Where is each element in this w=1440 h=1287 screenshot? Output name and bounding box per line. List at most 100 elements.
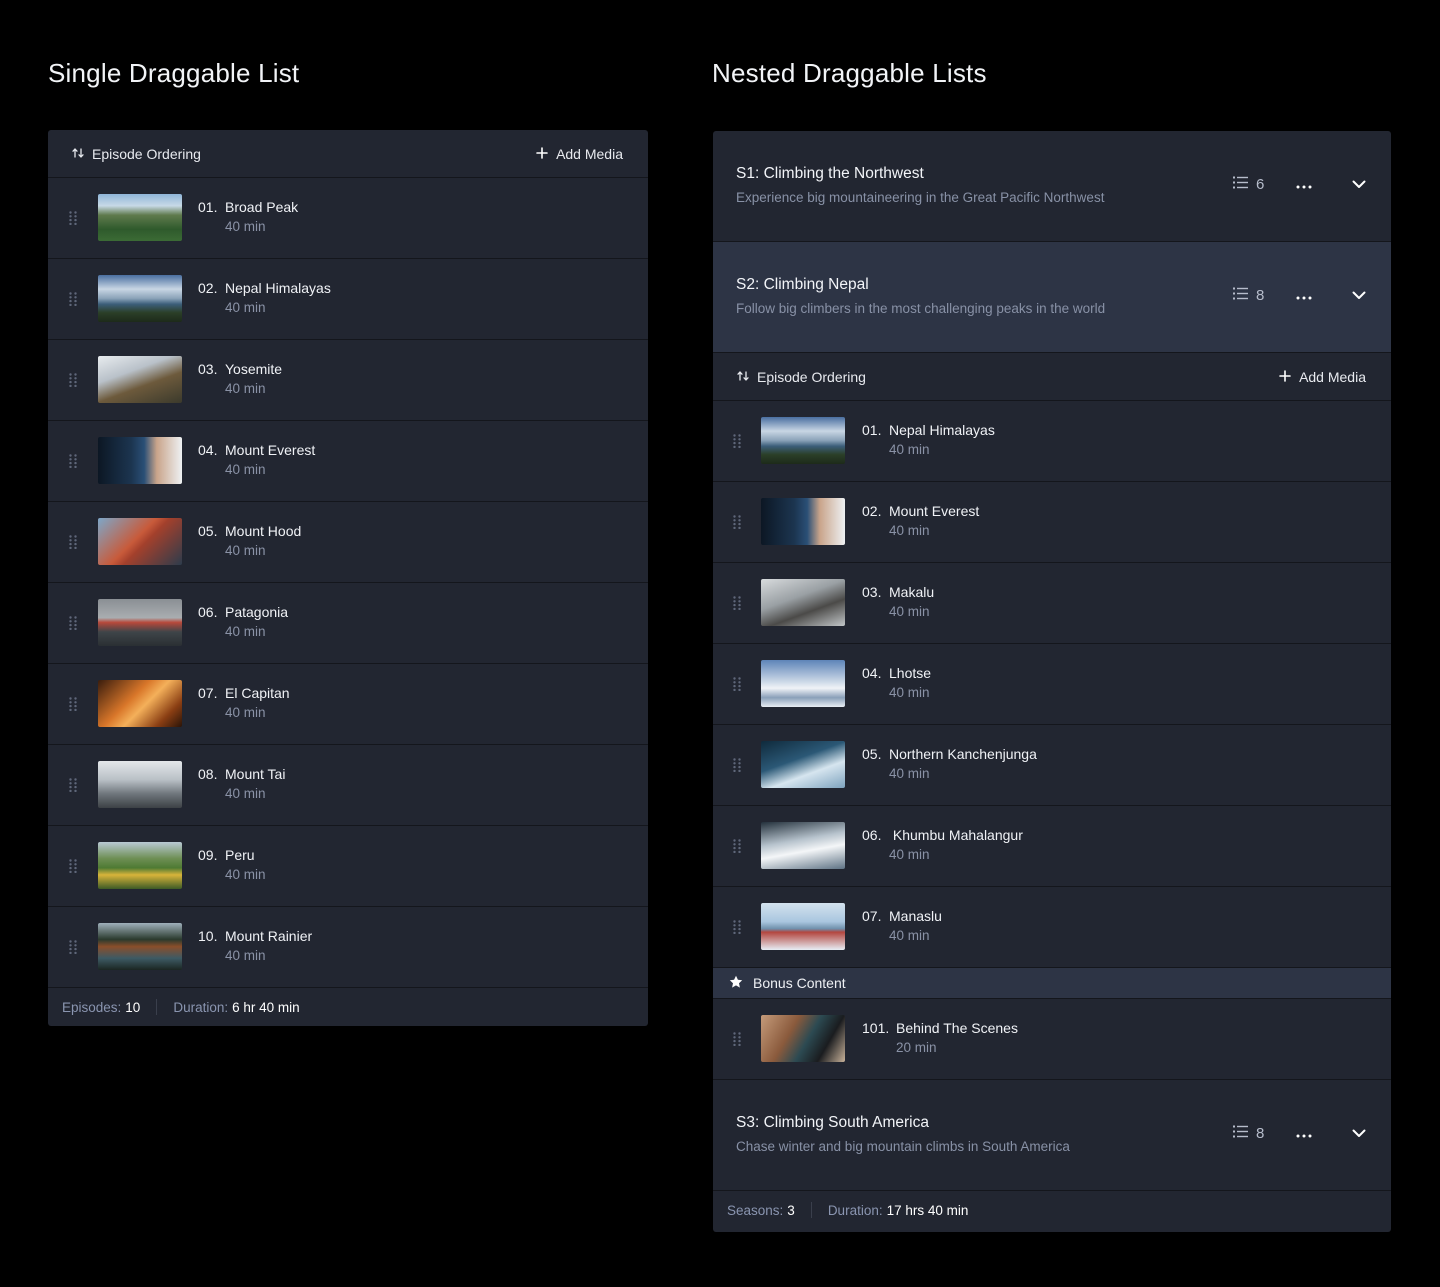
episode-row[interactable]: 09. Peru 40 min — [48, 826, 648, 907]
app-canvas: Single Draggable List Nested Draggable L… — [0, 0, 1440, 1287]
add-media-button[interactable]: Add Media — [536, 146, 623, 162]
episode-text: 10. Mount Rainier 40 min — [198, 928, 312, 963]
drag-handle-icon[interactable] — [48, 697, 98, 711]
episode-row[interactable]: 06. Khumbu Mahalangur 40 min — [713, 806, 1391, 887]
drag-handle-icon[interactable] — [713, 1032, 761, 1046]
episode-duration: 40 min — [225, 785, 266, 801]
episode-number: 02. — [198, 279, 218, 296]
episode-number: 06. — [862, 826, 882, 843]
add-media-button[interactable]: Add Media — [1279, 369, 1366, 385]
season-row-s3[interactable]: S3: Climbing South America Chase winter … — [713, 1080, 1391, 1191]
plus-icon — [536, 146, 548, 162]
episode-row[interactable]: 03. Yosemite 40 min — [48, 340, 648, 421]
episode-title: 04. Mount Everest — [198, 442, 315, 458]
episode-duration: 40 min — [225, 947, 266, 963]
episode-thumbnail — [98, 679, 182, 727]
episode-row[interactable]: 07. El Capitan 40 min — [48, 664, 648, 745]
season-title: S1: Climbing the Northwest — [736, 165, 924, 182]
episode-row[interactable]: 03. Makalu 40 min — [713, 563, 1391, 644]
episode-row[interactable]: 04. Mount Everest 40 min — [48, 421, 648, 502]
add-media-label: Add Media — [1299, 368, 1366, 385]
episode-row[interactable]: 10. Mount Rainier 40 min — [48, 907, 648, 988]
bonus-content-label: Bonus Content — [753, 975, 846, 991]
episode-row[interactable]: 02. Nepal Himalayas 40 min — [48, 259, 648, 340]
season-count-value: 6 — [1256, 176, 1265, 193]
episode-name: Yosemite — [225, 360, 283, 377]
drag-handle-icon[interactable] — [713, 434, 761, 448]
episode-row[interactable]: 01. Broad Peak 40 min — [48, 178, 648, 259]
season-episode-count: 8 — [1233, 287, 1264, 304]
episode-title: 03. Yosemite — [198, 361, 282, 377]
drag-handle-icon[interactable] — [48, 211, 98, 225]
episode-row[interactable]: 04. Lhotse 40 min — [713, 644, 1391, 725]
episode-number: 01. — [862, 421, 882, 438]
drag-handle-icon[interactable] — [713, 515, 761, 529]
episode-ordering-sort[interactable]: Episode Ordering — [72, 146, 201, 162]
drag-handle-icon[interactable] — [713, 839, 761, 853]
more-options-button[interactable] — [1293, 285, 1315, 307]
expand-season-button[interactable] — [1349, 286, 1369, 306]
drag-handle-icon[interactable] — [713, 758, 761, 772]
episode-row[interactable]: 01. Nepal Himalayas 40 min — [713, 401, 1391, 482]
episode-duration: 40 min — [225, 380, 266, 396]
episode-title: 02. Mount Everest — [862, 503, 979, 519]
episode-text: 01. Nepal Himalayas 40 min — [862, 422, 995, 457]
episode-number: 03. — [862, 583, 882, 600]
drag-handle-icon[interactable] — [48, 859, 98, 873]
episode-thumbnail — [98, 193, 182, 241]
episode-name: Makalu — [889, 583, 935, 600]
drag-handle-icon[interactable] — [48, 373, 98, 387]
episode-thumbnail — [761, 821, 845, 869]
episode-name: Mount Tai — [225, 765, 286, 782]
episode-text: 06. Patagonia 40 min — [198, 604, 288, 639]
episode-text: 04. Mount Everest 40 min — [198, 442, 315, 477]
more-options-button[interactable] — [1293, 174, 1315, 196]
episode-ordering-sort[interactable]: Episode Ordering — [737, 369, 866, 385]
episode-duration: 40 min — [889, 603, 930, 619]
expand-season-button[interactable] — [1349, 175, 1369, 195]
season-title: S2: Climbing Nepal — [736, 276, 869, 293]
chevron-down-icon — [1352, 176, 1366, 194]
season-row-s2[interactable]: S2: Climbing Nepal Follow big climbers i… — [713, 242, 1391, 353]
episode-text: 07. Manaslu 40 min — [862, 908, 942, 943]
episode-text: 04. Lhotse 40 min — [862, 665, 931, 700]
drag-handle-icon[interactable] — [48, 292, 98, 306]
episode-duration: 40 min — [889, 765, 930, 781]
episode-thumbnail — [98, 436, 182, 484]
episode-number: 10. — [198, 927, 218, 944]
drag-handle-icon[interactable] — [713, 677, 761, 691]
more-options-button[interactable] — [1293, 1123, 1315, 1145]
drag-handle-icon[interactable] — [48, 535, 98, 549]
drag-handle-icon[interactable] — [48, 454, 98, 468]
episode-title: 10. Mount Rainier — [198, 928, 312, 944]
episode-row[interactable]: 07. Manaslu 40 min — [713, 887, 1391, 968]
expand-season-button[interactable] — [1349, 1124, 1369, 1144]
episode-row[interactable]: 06. Patagonia 40 min — [48, 583, 648, 664]
episode-duration: 40 min — [225, 299, 266, 315]
episode-name: El Capitan — [225, 684, 290, 701]
episode-thumbnail — [98, 841, 182, 889]
episode-title: 07. El Capitan — [198, 685, 290, 701]
episode-row[interactable]: 05. Northern Kanchenjunga 40 min — [713, 725, 1391, 806]
episode-number: 09. — [198, 846, 218, 863]
episode-ordering-label: Episode Ordering — [757, 368, 866, 385]
season-row-s1[interactable]: S1: Climbing the Northwest Experience bi… — [713, 131, 1391, 242]
plus-icon — [1279, 369, 1291, 385]
episode-thumbnail — [98, 922, 182, 970]
drag-handle-icon[interactable] — [48, 940, 98, 954]
drag-handle-icon[interactable] — [48, 778, 98, 792]
sort-icon — [72, 146, 84, 162]
episode-thumbnail — [761, 497, 845, 545]
episode-name: Mount Hood — [225, 522, 302, 539]
episode-row[interactable]: 08. Mount Tai 40 min — [48, 745, 648, 826]
single-list-panel: Episode Ordering Add Media 01. Broad Peak… — [48, 130, 648, 1026]
episode-row[interactable]: 101. Behind The Scenes 20 min — [713, 999, 1391, 1080]
drag-handle-icon[interactable] — [713, 596, 761, 610]
episode-row[interactable]: 05. Mount Hood 40 min — [48, 502, 648, 583]
episode-title: 06. Patagonia — [198, 604, 288, 620]
list-icon — [1233, 287, 1248, 304]
duration-label: Duration: — [827, 1202, 883, 1218]
drag-handle-icon[interactable] — [48, 616, 98, 630]
drag-handle-icon[interactable] — [713, 920, 761, 934]
episode-row[interactable]: 02. Mount Everest 40 min — [713, 482, 1391, 563]
